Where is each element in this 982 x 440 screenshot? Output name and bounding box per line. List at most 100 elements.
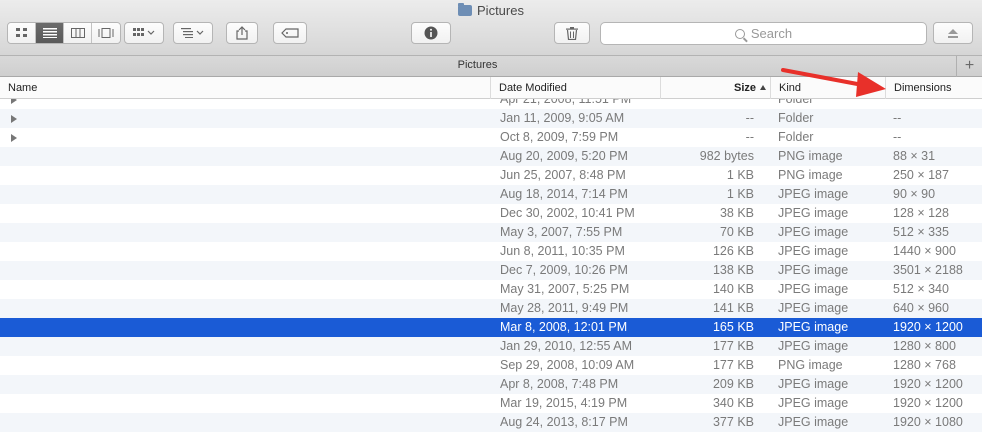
dimensions-cell: 128 × 128: [893, 206, 949, 220]
arrange-button[interactable]: [124, 22, 164, 44]
list-icon: [42, 28, 57, 38]
column-header-name[interactable]: Name: [0, 77, 490, 99]
date-modified-cell: Aug 18, 2014, 7:14 PM: [500, 187, 628, 201]
tag-icon: [281, 28, 299, 38]
date-modified-cell: Aug 20, 2009, 5:20 PM: [500, 149, 628, 163]
sort-ascending-icon: [760, 85, 766, 90]
date-modified-cell: Mar 19, 2015, 4:19 PM: [500, 396, 628, 410]
disclosure-triangle-icon[interactable]: [11, 134, 17, 142]
list-item[interactable]: Photo BoothOct 8, 2009, 7:59 PM--Folder-…: [0, 128, 982, 147]
size-cell: --: [745, 130, 754, 144]
column-header-date-modified[interactable]: Date Modified: [490, 77, 660, 99]
date-modified-cell: Jun 25, 2007, 8:48 PM: [500, 168, 626, 182]
column-header: Name Date Modified Size Kind Dimensions: [0, 77, 982, 99]
column-view-button[interactable]: [64, 23, 92, 43]
new-tab-button[interactable]: +: [956, 56, 982, 77]
date-modified-cell: Apr 21, 2008, 11:51 PM: [500, 99, 632, 106]
dimensions-cell: 1440 × 900: [893, 244, 956, 258]
list-item[interactable]: light grey appleDec 7, 2009, 10:26 PM138…: [0, 261, 982, 280]
column-header-kind[interactable]: Kind: [770, 77, 885, 99]
window-title-text: Pictures: [477, 3, 524, 18]
info-icon: [424, 26, 438, 40]
date-modified-cell: Dec 30, 2002, 10:41 PM: [500, 206, 635, 220]
size-cell: 982 bytes: [699, 149, 754, 163]
size-cell: 138 KB: [712, 263, 754, 277]
list-item[interactable]: widescreenApr 8, 2008, 7:48 PM209 KBJPEG…: [0, 375, 982, 394]
dimensions-cell: 1280 × 768: [893, 358, 956, 372]
list-item[interactable]: Time_Machine_WALLPAPER_VORTEX_by_ahmadus…: [0, 242, 982, 261]
list-item[interactable]: OS X wallpapersJan 11, 2009, 9:05 AM--Fo…: [0, 109, 982, 128]
list-item[interactable]: Lavender-250x187.pngJun 25, 2007, 8:48 P…: [0, 166, 982, 185]
eject-button[interactable]: [933, 22, 973, 44]
size-cell: 140 KB: [712, 282, 754, 296]
list-item[interactable]: Mobile PhotosApr 21, 2008, 11:51 PMFolde…: [0, 99, 982, 109]
dimensions-cell: 1920 × 1200: [893, 396, 963, 410]
share-icon: [236, 26, 248, 40]
share-button[interactable]: [226, 22, 258, 44]
kind-cell: PNG image: [778, 168, 843, 182]
list-item[interactable]: NeXT.jpgDec 30, 2002, 10:41 PM38 KBJPEG …: [0, 204, 982, 223]
list-item[interactable]: mac.pngAug 20, 2009, 5:20 PM982 bytesPNG…: [0, 147, 982, 166]
trash-icon: [566, 26, 578, 40]
date-modified-cell: May 3, 2007, 7:55 PM: [500, 225, 623, 239]
action-menu-button[interactable]: [173, 22, 213, 44]
search-field[interactable]: Search: [600, 22, 927, 45]
dimensions-cell: 90 × 90: [893, 187, 936, 201]
search-icon: [734, 28, 745, 39]
columns-icon: [70, 28, 85, 38]
dimensions-cell: 640 × 960: [893, 301, 949, 315]
size-cell: 1 KB: [726, 168, 754, 182]
size-cell: 165 KB: [712, 320, 754, 334]
list-item[interactable]: big bear.jpegMay 31, 2007, 5:25 PM140 KB…: [0, 280, 982, 299]
size-cell: 340 KB: [712, 396, 754, 410]
icon-view-button[interactable]: [8, 23, 36, 43]
date-modified-cell: Sep 29, 2008, 10:09 AM: [500, 358, 635, 372]
date-modified-cell: Jan 29, 2010, 12:55 AM: [500, 339, 633, 353]
list-item[interactable]: Screen Shot 2013-08-24 at 8.17. PM.jpgAu…: [0, 413, 982, 432]
get-info-button[interactable]: [411, 22, 451, 44]
list-item[interactable]: Kodak ...1...1.AM: [0, 432, 982, 440]
trash-button[interactable]: [554, 22, 590, 44]
tab-pictures[interactable]: Pictures: [0, 59, 955, 71]
dimensions-cell: --: [893, 130, 902, 144]
view-mode-segmented-control[interactable]: [7, 22, 121, 44]
dimensions-cell: 250 × 187: [893, 168, 949, 182]
list-item[interactable]: Vancouver-cityscape_wallpapers_8488_1280…: [0, 337, 982, 356]
column-header-dimensions[interactable]: Dimensions: [885, 77, 982, 99]
list-item[interactable]: Unknown.jpegAug 18, 2014, 7:14 PM1 KBJPE…: [0, 185, 982, 204]
cover-flow-icon: [98, 28, 114, 38]
column-header-size-label: Size: [733, 82, 756, 94]
list-view-button[interactable]: [36, 23, 64, 43]
arrange-icon: [133, 28, 155, 36]
dimensions-cell: 1280 × 800: [893, 339, 956, 353]
kind-cell: JPEG image: [778, 282, 849, 296]
grid-icon: [15, 28, 27, 37]
disclosure-triangle-icon[interactable]: [11, 115, 17, 123]
size-cell: 126 KB: [712, 244, 754, 258]
kind-cell: JPEG image: [778, 339, 849, 353]
disclosure-triangle-icon[interactable]: [11, 99, 17, 104]
list-item[interactable]: lower Dean river.jpegMay 3, 2007, 7:55 P…: [0, 223, 982, 242]
kind-cell: JPEG image: [778, 263, 849, 277]
kind-cell: JPEG image: [778, 415, 849, 429]
date-modified-cell: Jan 11, 2009, 9:05 AM: [500, 111, 625, 125]
folder-icon: [458, 3, 473, 16]
kind-cell: JPEG image: [778, 225, 849, 239]
kind-cell: JPEG image: [778, 244, 849, 258]
list-item[interactable]: Blues.jpgMar 19, 2015, 4:19 PM340 KBJPEG…: [0, 394, 982, 413]
dimensions-cell: 1920 × 1200: [893, 377, 963, 391]
cover-flow-view-button[interactable]: [92, 23, 120, 43]
date-modified-cell: Aug 24, 2013, 8:17 PM: [500, 415, 628, 429]
column-header-size[interactable]: Size: [660, 77, 770, 99]
kind-cell: JPEG image: [778, 187, 849, 201]
window-title: Pictures: [0, 3, 982, 18]
list-item[interactable]: loginSep 29, 2008, 10:09 AM177 KBPNG ima…: [0, 356, 982, 375]
action-list-icon: [181, 28, 204, 38]
list-item[interactable]: 4G-background.jpgMay 28, 2011, 9:49 PM14…: [0, 299, 982, 318]
size-cell: 141 KB: [712, 301, 754, 315]
kind-cell: JPEG image: [778, 206, 849, 220]
dimensions-cell: 1920 × 1080: [893, 415, 963, 429]
list-item-selected[interactable]: apple-wallpaper.jpgMar 8, 2008, 12:01 PM…: [0, 318, 982, 337]
date-modified-cell: May 28, 2011, 9:49 PM: [500, 301, 629, 315]
tags-button[interactable]: [273, 22, 307, 44]
